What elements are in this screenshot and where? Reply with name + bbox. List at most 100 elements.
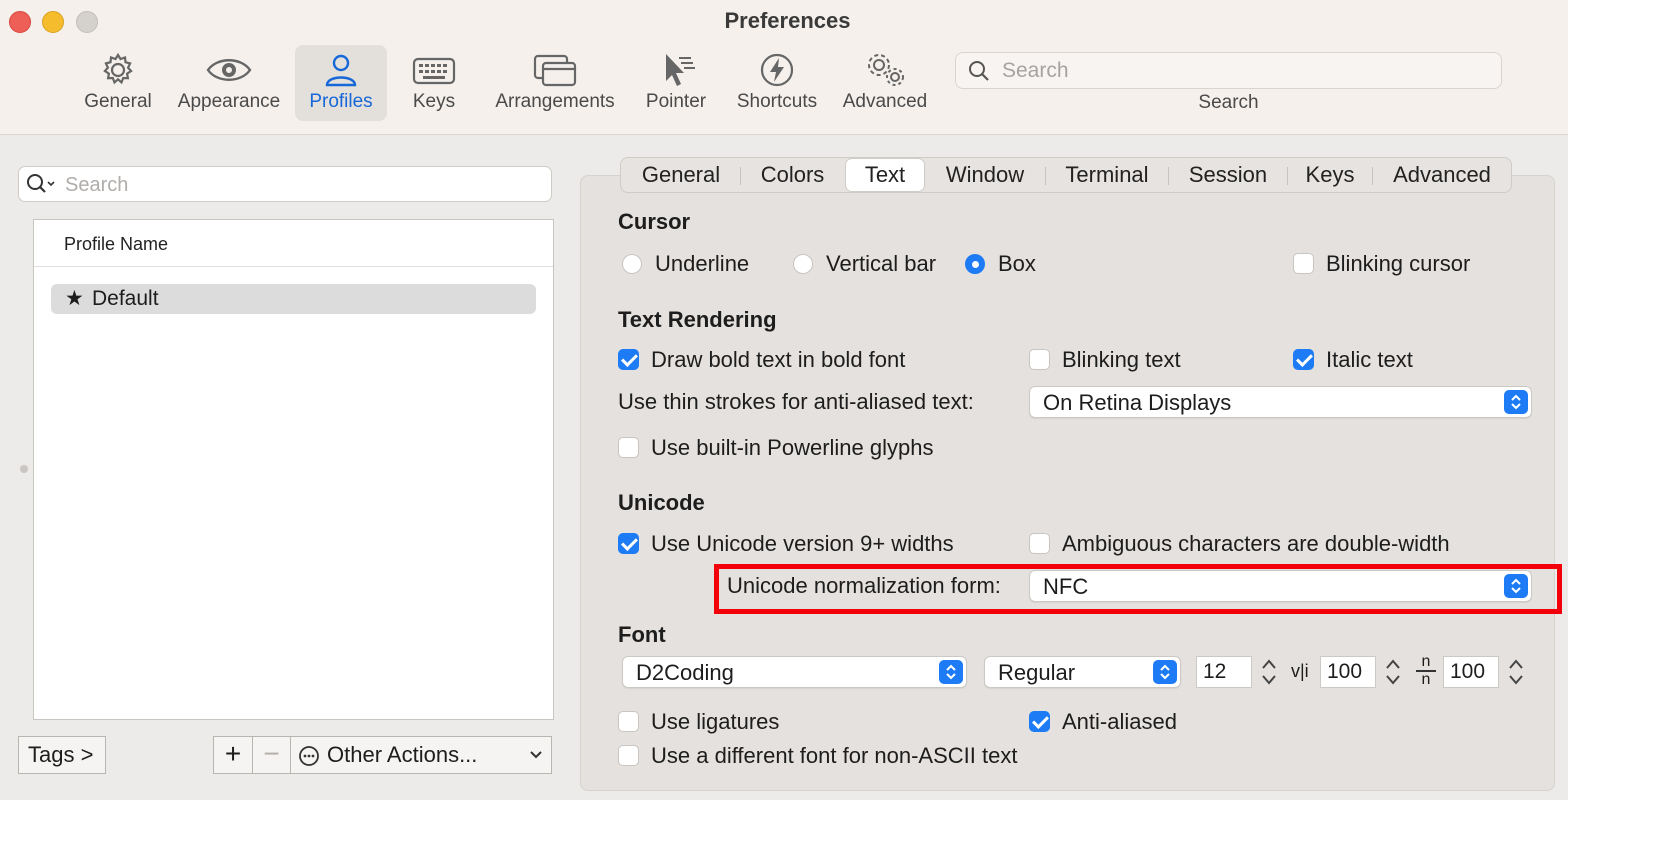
toolbar-arrangements-label: Arrangements	[495, 91, 615, 112]
add-profile-button[interactable]: +	[213, 736, 253, 774]
toolbar-general[interactable]: General	[80, 45, 156, 121]
tab-general[interactable]: General	[621, 158, 741, 192]
person-icon	[325, 54, 357, 87]
powerline-glyphs-label: Use built-in Powerline glyphs	[651, 435, 934, 460]
horizontal-spacing-value: 100	[1327, 660, 1363, 683]
window-title: Preferences	[724, 8, 851, 33]
updown-chevron-icon	[939, 660, 963, 684]
font-size-field[interactable]: 12	[1196, 656, 1252, 688]
ambiguous-double-width-checkbox[interactable]	[1029, 533, 1050, 554]
font-size-value: 12	[1203, 660, 1227, 683]
cursor-underline-label: Underline	[655, 251, 750, 276]
font-family-popup[interactable]: D2Coding	[622, 656, 967, 688]
tab-advanced[interactable]: Advanced	[1373, 158, 1511, 192]
font-style-value: Regular	[998, 660, 1076, 685]
font-size-stepper[interactable]	[1258, 656, 1280, 688]
profile-name: Default	[92, 287, 159, 310]
toolbar-search-input[interactable]	[1000, 57, 1484, 85]
cursor-underline-radio[interactable]	[622, 254, 642, 274]
preferences-window: Preferences General Appearance Profiles …	[0, 0, 1568, 800]
horizontal-spacing-icon: v|i	[1291, 661, 1309, 681]
blinking-cursor-label: Blinking cursor	[1326, 251, 1471, 276]
toolbar-advanced[interactable]: Advanced	[838, 45, 932, 121]
keyboard-icon	[412, 57, 456, 85]
powerline-glyphs-checkbox[interactable]	[618, 437, 639, 458]
chevron-down-icon	[530, 751, 542, 759]
ambiguous-double-width-label: Ambiguous characters are double-width	[1062, 531, 1450, 556]
tab-session[interactable]: Session	[1169, 158, 1287, 192]
remove-profile-button[interactable]: −	[252, 736, 291, 774]
profile-search-field[interactable]	[18, 166, 552, 202]
vertical-spacing-icon: n n	[1416, 654, 1436, 689]
toolbar-arrangements[interactable]: Arrangements	[488, 45, 622, 121]
unicode-v9-widths-checkbox[interactable]	[618, 533, 639, 554]
profile-tabs: General Colors Text Window Terminal Sess…	[620, 157, 1512, 193]
thin-strokes-value: On Retina Displays	[1043, 390, 1232, 415]
blinking-text-label: Blinking text	[1062, 347, 1181, 372]
horizontal-spacing-stepper[interactable]	[1382, 656, 1404, 688]
toolbar-pointer[interactable]: Pointer	[640, 45, 712, 121]
profile-list-header[interactable]: Profile Name	[34, 220, 553, 267]
toolbar-advanced-label: Advanced	[842, 91, 928, 112]
cursor-box-radio[interactable]	[965, 254, 985, 274]
toolbar-keys[interactable]: Keys	[404, 45, 464, 121]
tab-window[interactable]: Window	[925, 158, 1045, 192]
toolbar-keys-label: Keys	[412, 91, 456, 112]
split-view-handle[interactable]	[20, 465, 28, 473]
tags-button-label: Tags >	[28, 742, 94, 767]
text-rendering-heading: Text Rendering	[618, 307, 777, 332]
anti-aliased-checkbox[interactable]	[1029, 711, 1050, 732]
unicode-v9-widths-label: Use Unicode version 9+ widths	[651, 531, 954, 556]
ellipsis-circle-icon	[299, 746, 319, 766]
vertical-spacing-field[interactable]: 100	[1443, 656, 1499, 688]
profile-list[interactable]: Profile Name ★ Default	[33, 219, 554, 720]
italic-text-label: Italic text	[1326, 347, 1413, 372]
tab-terminal[interactable]: Terminal	[1046, 158, 1168, 192]
vertical-spacing-symbol-bottom: n	[1421, 671, 1431, 688]
search-options-icon[interactable]	[26, 173, 60, 195]
font-style-popup[interactable]: Regular	[984, 656, 1181, 688]
toolbar-profiles[interactable]: Profiles	[295, 45, 387, 121]
font-family-value: D2Coding	[636, 660, 734, 685]
toolbar-appearance[interactable]: Appearance	[172, 45, 286, 121]
pointer-icon	[666, 54, 695, 86]
thin-strokes-label: Use thin strokes for anti-aliased text:	[618, 389, 974, 414]
vertical-spacing-stepper[interactable]	[1505, 656, 1527, 688]
cursor-vertical-bar-label: Vertical bar	[826, 251, 937, 276]
toolbar-appearance-label: Appearance	[177, 91, 281, 112]
non-ascii-font-checkbox[interactable]	[618, 745, 639, 766]
toolbar-general-label: General	[84, 91, 152, 112]
use-ligatures-label: Use ligatures	[651, 709, 780, 734]
italic-text-checkbox[interactable]	[1293, 349, 1314, 370]
blinking-text-checkbox[interactable]	[1029, 349, 1050, 370]
highlight-annotation-box	[714, 564, 1562, 614]
other-actions-button[interactable]: Other Actions...	[290, 736, 552, 774]
gear-icon	[103, 52, 133, 85]
horizontal-spacing-field[interactable]: 100	[1320, 656, 1376, 688]
anti-aliased-label: Anti-aliased	[1062, 709, 1177, 734]
thin-strokes-popup[interactable]: On Retina Displays	[1029, 386, 1532, 418]
font-heading: Font	[618, 622, 666, 647]
blinking-cursor-checkbox[interactable]	[1293, 253, 1314, 274]
tab-keys[interactable]: Keys	[1288, 158, 1372, 192]
bolt-icon	[760, 53, 794, 87]
title-bar: Preferences General Appearance Profiles …	[0, 0, 1568, 135]
profile-search-input[interactable]	[63, 171, 537, 199]
cursor-vertical-bar-radio[interactable]	[793, 254, 813, 274]
star-icon: ★	[65, 287, 84, 310]
draw-bold-checkbox[interactable]	[618, 349, 639, 370]
cursor-heading: Cursor	[618, 209, 691, 234]
other-actions-label: Other Actions...	[327, 742, 478, 767]
tab-text[interactable]: Text	[846, 159, 924, 191]
tags-button[interactable]: Tags >	[18, 736, 106, 774]
toolbar-search-field[interactable]	[955, 52, 1502, 89]
profile-row-default[interactable]: ★ Default	[51, 284, 536, 314]
updown-chevron-icon	[1153, 660, 1177, 684]
tab-colors[interactable]: Colors	[741, 158, 844, 192]
use-ligatures-checkbox[interactable]	[618, 711, 639, 732]
toolbar-search-label: Search	[1198, 92, 1259, 113]
windows-icon	[533, 54, 577, 87]
toolbar-shortcuts[interactable]: Shortcuts	[730, 45, 824, 121]
updown-chevron-icon	[1504, 390, 1528, 414]
profile-name-column-header: Profile Name	[64, 234, 169, 254]
